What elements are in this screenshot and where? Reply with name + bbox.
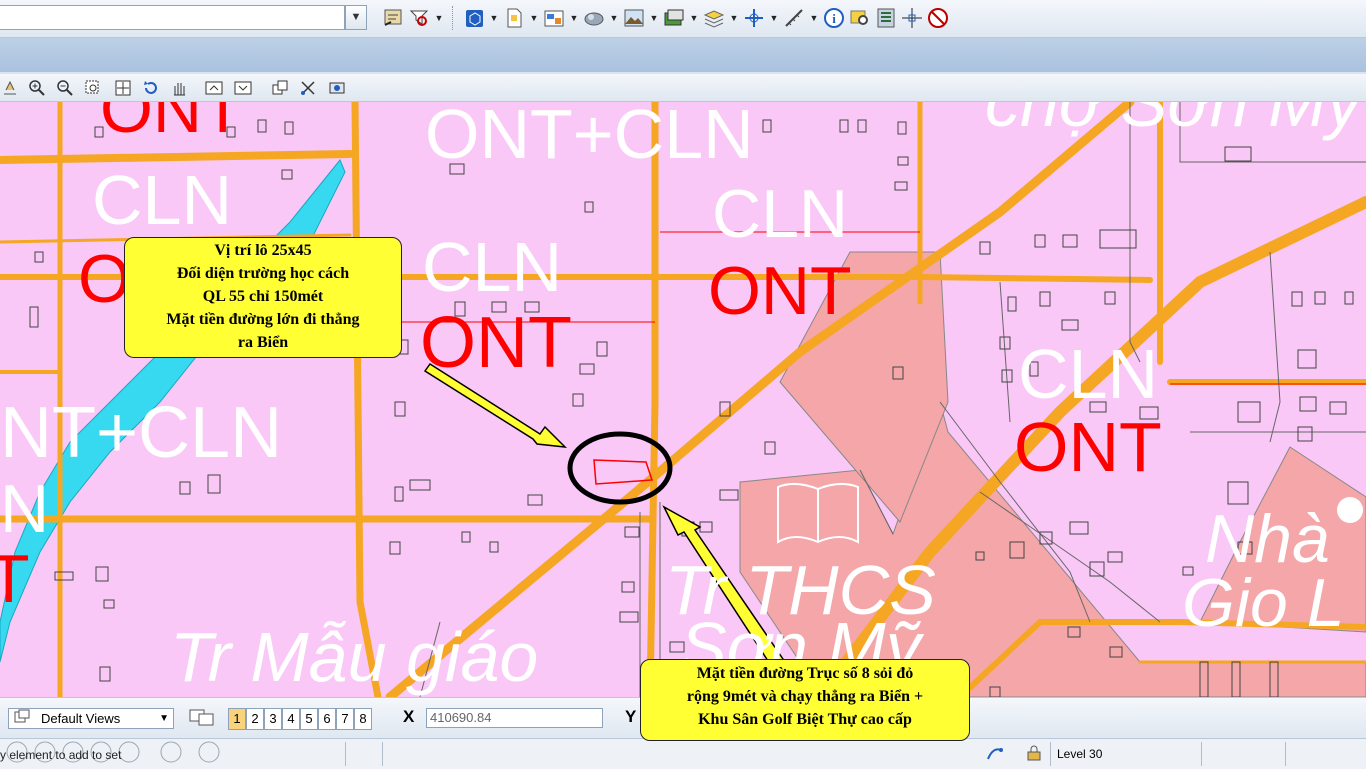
levels-dropdown-icon[interactable]: ▼ [727, 13, 741, 23]
window-area-icon[interactable] [83, 78, 103, 98]
zoom-in-icon[interactable] [27, 78, 47, 98]
label-t-left: T [0, 541, 30, 617]
callout-top-line5: ra Biển [237, 334, 289, 351]
lock-icon[interactable] [1025, 744, 1043, 765]
document-dropdown-icon[interactable]: ▼ [527, 13, 541, 23]
label-ont-right: ONT [1014, 408, 1162, 486]
status-divider [345, 742, 383, 766]
raster-dropdown-icon[interactable]: ▼ [687, 13, 701, 23]
models-icon[interactable] [873, 5, 899, 31]
crosshair-icon[interactable] [899, 5, 925, 31]
copy-view-icon[interactable] [270, 78, 290, 98]
measure-icon[interactable] [781, 5, 807, 31]
label-cln-right: CLN [1018, 335, 1159, 413]
status-bar: y element to add to set Level 30 [0, 738, 1366, 769]
label-tr-mau-giao: Tr Mẫu giáo [170, 618, 539, 696]
label-ont-center: ONT [420, 303, 572, 383]
view-button-6[interactable]: 6 [318, 708, 336, 730]
view-button-4[interactable]: 4 [282, 708, 300, 730]
levels-icon[interactable] [701, 5, 727, 31]
label-ont-cln-top: ONT+CLN [425, 102, 754, 173]
default-views-label: Default Views [41, 711, 121, 726]
render-dropdown-icon[interactable]: ▼ [607, 13, 621, 23]
view-attributes-icon[interactable] [541, 5, 567, 31]
label-cln-left: CLN [92, 161, 233, 239]
callout-bottom-line3: Khu Sân Golf Biệt Thự cao cấp [698, 711, 912, 728]
callout-top: Vị trí lô 25x45 Đối diện trường học cách… [124, 237, 402, 358]
level-status-label: Level 30 [1057, 747, 1103, 761]
view-button-1[interactable]: 1 [228, 708, 246, 730]
view-previous-icon[interactable] [204, 78, 224, 98]
info-icon[interactable]: i [821, 5, 847, 31]
callout-bottom-line2: rộng 9mét và chạy thẳng ra Biển + [686, 688, 924, 705]
status-prompt: y element to add to set [0, 748, 122, 762]
accudraw-icon[interactable] [406, 5, 432, 31]
search-icon[interactable] [847, 5, 873, 31]
y-coordinate-label: Y [625, 707, 637, 726]
view-toolbar [0, 74, 1366, 102]
snap-status-icon[interactable] [985, 744, 1005, 765]
label-ont-top-left: ONT [100, 102, 244, 147]
view-next-icon[interactable] [233, 78, 253, 98]
views-icon [13, 709, 35, 730]
callout-top-line2: Đối diện trường học cách [176, 265, 350, 282]
level-status[interactable]: Level 30 [1050, 742, 1202, 766]
view-button-3[interactable]: 3 [264, 708, 282, 730]
default-views-combo[interactable]: Default Views ▼ [8, 708, 174, 729]
navigate-icon[interactable] [380, 5, 406, 31]
view-settings-icon[interactable] [327, 78, 347, 98]
zoom-out-icon[interactable] [55, 78, 75, 98]
terrain-icon[interactable] [621, 5, 647, 31]
render-icon[interactable] [581, 5, 607, 31]
status-divider-2 [1285, 742, 1286, 766]
view-groups-icon[interactable] [187, 707, 217, 734]
view-button-5[interactable]: 5 [300, 708, 318, 730]
label-cln-center: CLN [422, 228, 563, 306]
callout-bottom-line1: Mặt tiền đường Trục số 8 sỏi đỏ [696, 665, 914, 682]
callout-top-line3: QL 55 chỉ 150mét [202, 288, 324, 305]
callout-top-line4: Mặt tiền đường lớn đi thẳng [166, 311, 360, 328]
accudraw-dropdown-icon[interactable]: ▼ [432, 13, 446, 23]
map-view[interactable]: ONT ONT+CLN chợ Sơn Mỹ CLN CLN CLN ONT O… [0, 102, 1366, 697]
label-gio-l: Gio L [1182, 565, 1345, 641]
print-icon[interactable] [0, 78, 20, 98]
callout-top-line1: Vị trí lô 25x45 [214, 242, 312, 259]
raster-icon[interactable] [661, 5, 687, 31]
ribbon-band [0, 38, 1366, 72]
callout-bottom: Mặt tiền đường Trục số 8 sỏi đỏ rộng 9mé… [640, 659, 970, 741]
cube-icon[interactable] [461, 5, 487, 31]
terrain-dropdown-icon[interactable]: ▼ [647, 13, 661, 23]
level-combo[interactable] [0, 5, 345, 30]
view-attributes-dropdown-icon[interactable]: ▼ [567, 13, 581, 23]
label-n-left: N [0, 471, 50, 547]
view-button-2[interactable]: 2 [246, 708, 264, 730]
x-coordinate-label: X [403, 707, 415, 726]
label-cho-son-my: chợ Sơn Mỹ [985, 102, 1362, 141]
label-cln-right-top: CLN [712, 176, 849, 252]
view-button-7[interactable]: 7 [336, 708, 354, 730]
snaps-dropdown-icon[interactable]: ▼ [767, 13, 781, 23]
measure-dropdown-icon[interactable]: ▼ [807, 13, 821, 23]
document-icon[interactable] [501, 5, 527, 31]
clip-icon[interactable] [298, 78, 318, 98]
rotate-icon[interactable] [141, 78, 161, 98]
chevron-down-icon: ▼ [159, 713, 169, 724]
disable-icon[interactable] [925, 5, 951, 31]
level-combo-dropdown-button[interactable]: ▼ [345, 5, 367, 30]
cube-dropdown-icon[interactable]: ▼ [487, 13, 501, 23]
snaps-icon[interactable] [741, 5, 767, 31]
main-toolbar: ▼ ▼ ▼ ▼ ▼ ▼ ▼ ▼ ▼ ▼ ▼ i [0, 0, 1366, 38]
svg-text:i: i [832, 11, 836, 26]
fit-view-icon[interactable] [113, 78, 133, 98]
pan-icon[interactable] [169, 78, 189, 98]
view-button-8[interactable]: 8 [354, 708, 372, 730]
label-ont-right-top: ONT [708, 253, 852, 329]
label-ont-cln-left: NT+CLN [0, 393, 283, 473]
x-coordinate-field[interactable]: 410690.84 [426, 708, 603, 728]
target-parcel [593, 459, 654, 485]
